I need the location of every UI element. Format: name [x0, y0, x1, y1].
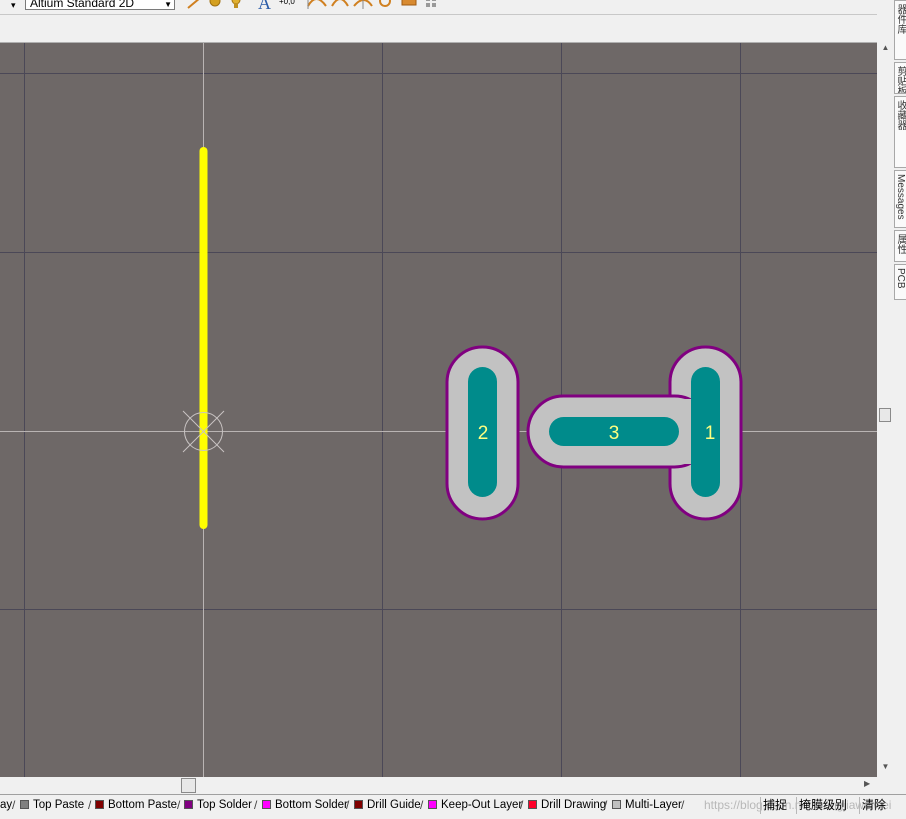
layer-tab-keep-out-layer[interactable]: Keep-Out Layer [428, 797, 522, 813]
pad-tool-icon[interactable] [208, 0, 222, 9]
side-tab-pcb[interactable]: PCB [894, 264, 906, 300]
scroll-up-arrow-icon[interactable]: ▲ [877, 43, 894, 52]
tab-separator: / [520, 798, 524, 812]
view-configuration-value: Altium Standard 2D [30, 0, 135, 10]
side-panel-tabs: 器件库 剪贴板 收藏器 Messages 属性 PCB [894, 0, 906, 300]
layer-color-swatch [262, 800, 271, 809]
toolbar-overflow-arrow-icon[interactable]: ▾ [11, 0, 16, 11]
via-tool-icon[interactable] [228, 0, 244, 9]
tab-separator: / [88, 798, 92, 812]
tab-separator: / [12, 798, 16, 812]
tab-separator: / [346, 798, 350, 812]
layer-tab-label: Drill Guide [367, 799, 421, 811]
layer-tab-bottom-solder[interactable]: Bottom Solder [262, 797, 348, 813]
array-paste-tool-icon[interactable] [425, 0, 441, 9]
side-tab-label: 器件库 [895, 4, 906, 34]
route-tool-icon[interactable] [186, 0, 206, 9]
layer-color-swatch [95, 800, 104, 809]
layer-tab-top-solder[interactable]: Top Solder [184, 797, 252, 813]
layer-tab-bottom-paste[interactable]: Bottom Paste [95, 797, 177, 813]
layer-tab-label: Multi-Layer [625, 799, 682, 811]
document-tab-strip [0, 14, 877, 43]
mask-level-button[interactable]: 掩膜级别 [796, 797, 849, 814]
scroll-down-arrow-icon[interactable]: ▼ [877, 762, 894, 771]
vertical-scroll-thumb[interactable] [879, 408, 891, 422]
tab-separator: / [604, 798, 608, 812]
layer-color-swatch [20, 800, 29, 809]
clear-button[interactable]: 清除 [859, 797, 888, 814]
layer-color-swatch [528, 800, 537, 809]
layer-tab-bar: https://blog.csdn.net/wangjiaweiwei ay /… [0, 794, 906, 819]
side-tab-clipboard[interactable]: 剪贴板 [894, 62, 906, 94]
top-toolbar: ▾ Altium Standard 2D ▼ A +0,0 [0, 0, 906, 14]
view-configuration-select[interactable]: Altium Standard 2D ▼ [25, 0, 175, 10]
layer-tab-label: Top Paste [33, 799, 85, 811]
layer-color-swatch [612, 800, 621, 809]
arc-edge-tool-icon[interactable] [330, 0, 350, 9]
layer-tab-drill-drawing[interactable]: Drill Drawing [528, 797, 606, 813]
layer-tab-label: Keep-Out Layer [441, 799, 523, 811]
side-tab-label: 收藏器 [895, 100, 906, 130]
layer-tab-multi-layer[interactable]: Multi-Layer [612, 797, 682, 813]
full-circle-tool-icon[interactable] [377, 0, 393, 9]
pad-2-designator: 2 [478, 423, 489, 444]
side-tab-properties[interactable]: 属性 [894, 230, 906, 262]
pad-3-designator: 3 [609, 423, 620, 444]
tab-separator: / [420, 798, 424, 812]
tab-separator: / [681, 798, 685, 812]
snap-button[interactable]: 捕捉 [760, 797, 789, 814]
side-tab-messages[interactable]: Messages [894, 170, 906, 228]
origin-crosshair [0, 43, 877, 777]
layer-tab-label: Bottom Paste [108, 799, 178, 811]
layer-tab-label: Bottom Solder [275, 799, 348, 811]
layer-color-swatch [354, 800, 363, 809]
side-tab-libraries[interactable]: 器件库 [894, 0, 906, 60]
horizontal-scrollbar[interactable]: ▶ [0, 777, 877, 794]
tab-separator: / [177, 798, 181, 812]
grid [0, 43, 877, 777]
side-tab-favorites[interactable]: 收藏器 [894, 96, 906, 168]
tab-separator: / [254, 798, 258, 812]
layer-tab-partial[interactable]: ay [0, 797, 12, 813]
side-tab-label: Messages [895, 174, 906, 220]
side-tab-label: 属性 [895, 234, 906, 254]
layer-tab-label: ay [0, 799, 13, 811]
layer-tab-label: Drill Drawing [541, 799, 607, 811]
layer-tab-label: Top Solder [197, 799, 252, 811]
string-tool-icon[interactable]: A [258, 0, 271, 12]
layer-color-swatch [184, 800, 193, 809]
side-tab-label: 剪贴板 [895, 66, 906, 94]
coordinate-tool-icon[interactable]: +0,0 [279, 0, 295, 10]
chevron-down-icon[interactable]: ▼ [164, 0, 172, 9]
side-tab-label: PCB [895, 268, 906, 289]
layer-color-swatch [428, 800, 437, 809]
layer-tab-top-paste[interactable]: Top Paste [20, 797, 84, 813]
pcb-drawing[interactable]: 2 3 1 [0, 43, 877, 777]
layer-tab-drill-guide[interactable]: Drill Guide [354, 797, 421, 813]
pcb-editor-canvas[interactable]: 2 3 1 [0, 43, 877, 777]
horizontal-scroll-thumb[interactable] [181, 778, 196, 793]
arc-any-tool-icon[interactable] [352, 0, 374, 9]
arc-tool-icon[interactable] [306, 0, 328, 9]
scroll-right-arrow-icon[interactable]: ▶ [864, 779, 870, 788]
fill-tool-icon[interactable] [401, 0, 417, 9]
pad-1-designator: 1 [705, 423, 716, 444]
